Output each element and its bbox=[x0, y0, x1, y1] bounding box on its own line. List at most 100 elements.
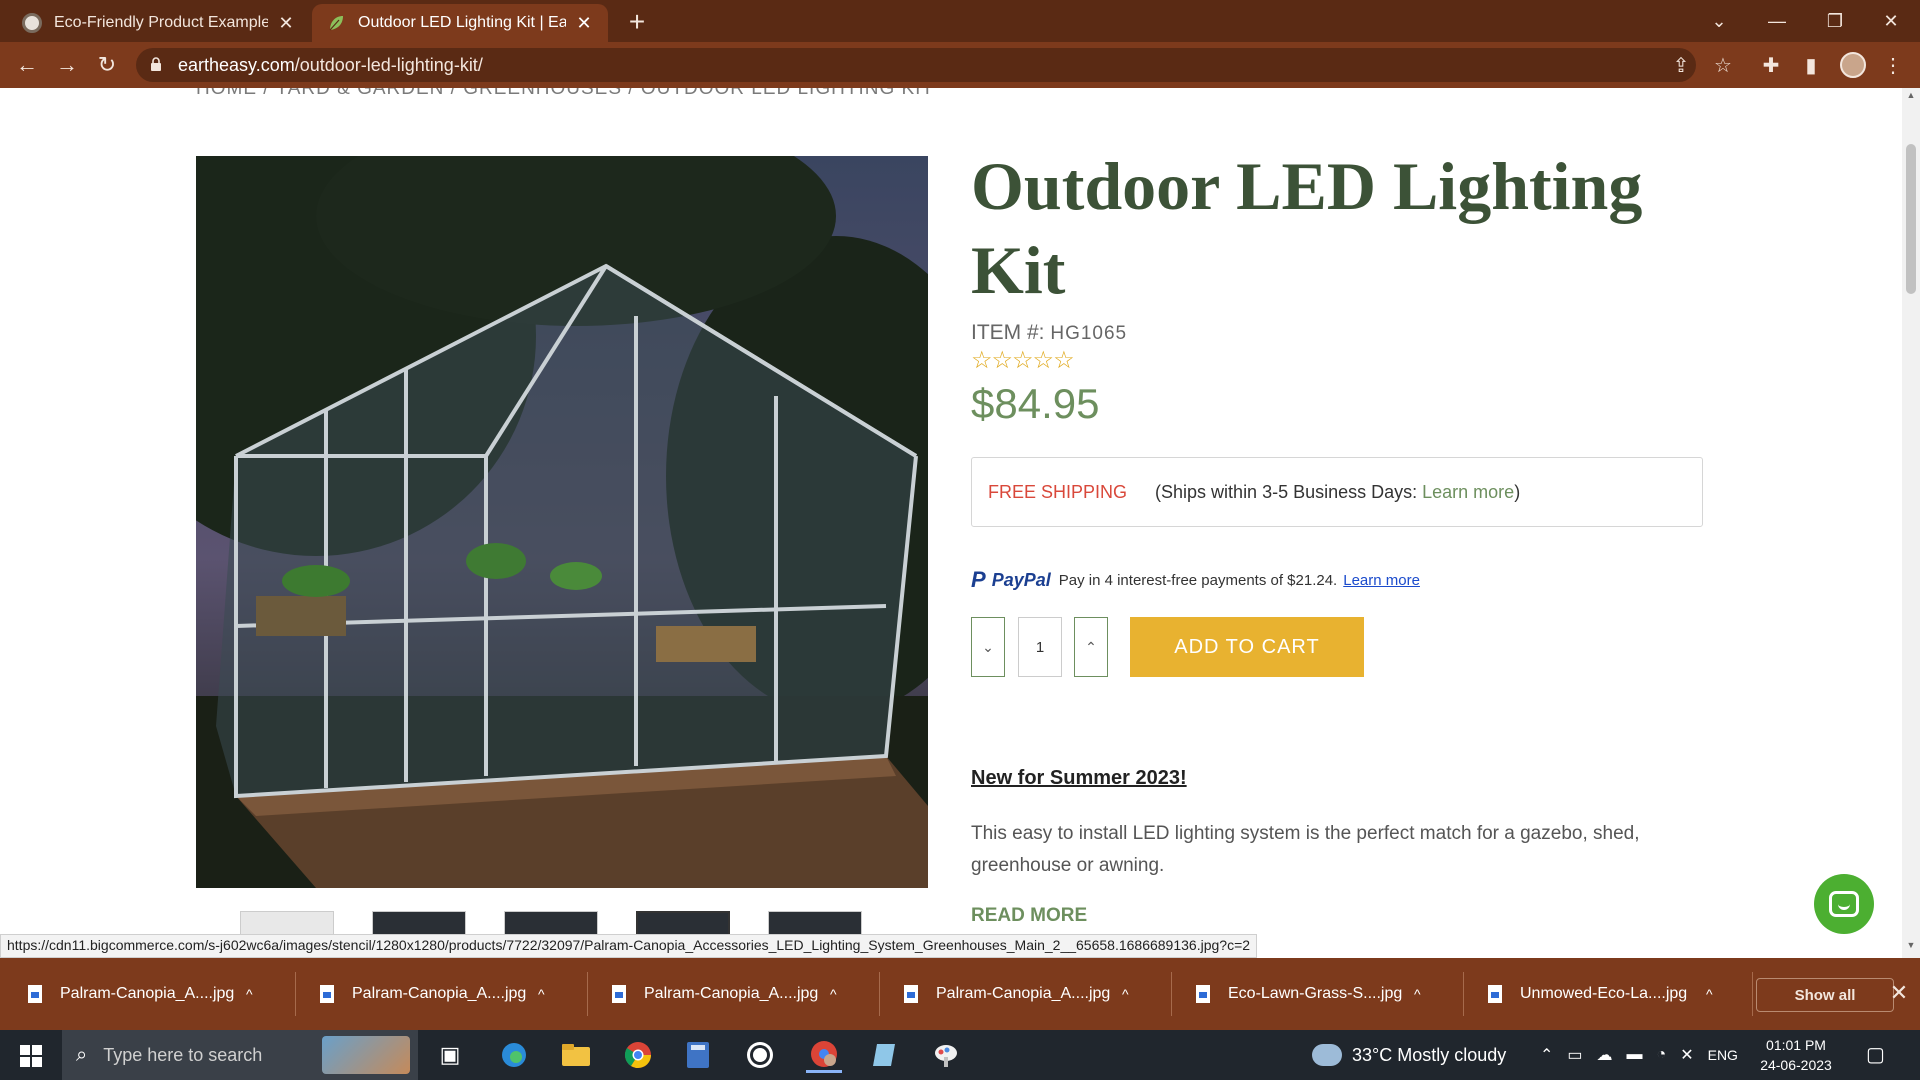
quantity-input[interactable]: 1 bbox=[1018, 617, 1062, 677]
forward-arrow-icon[interactable]: → bbox=[52, 50, 82, 80]
cloudy-weather-icon bbox=[1312, 1044, 1342, 1066]
wifi-icon[interactable]: ◔ bbox=[1657, 1046, 1667, 1064]
speaker-muted-icon[interactable]: ✕ bbox=[1680, 1045, 1693, 1065]
back-arrow-icon[interactable]: ← bbox=[12, 50, 42, 80]
page-scrollbar[interactable]: ▲ ▼ bbox=[1902, 88, 1920, 958]
product-price: $84.95 bbox=[971, 380, 1100, 427]
product-title: Outdoor LED Lighting Kit bbox=[971, 148, 1643, 308]
image-file-icon bbox=[1488, 985, 1502, 1003]
menu-kebab-icon[interactable]: ⋮ bbox=[1880, 52, 1906, 78]
weather-widget[interactable]: 33°C Mostly cloudy bbox=[1312, 1030, 1506, 1080]
profile-avatar[interactable] bbox=[1840, 52, 1866, 78]
paypal-pay-later-banner: P PayPal Pay in 4 interest-free payments … bbox=[971, 567, 1420, 593]
browser-tab-strip: Eco-Friendly Product Examples ✕ Outdoor … bbox=[0, 0, 1920, 42]
url-text: eartheasy.com/outdoor-led-lighting-kit/ bbox=[178, 54, 483, 75]
product-image-greenhouse[interactable] bbox=[196, 156, 928, 888]
product-description: This easy to install LED lighting system… bbox=[971, 823, 1640, 876]
system-tray: ⌃ ▭ ☁ ▬ ◔ ✕ ENG bbox=[1540, 1030, 1738, 1080]
battery-icon[interactable]: ▬ bbox=[1627, 1046, 1643, 1064]
tab-close-icon[interactable]: ✕ bbox=[574, 13, 594, 34]
restore-button[interactable]: ❐ bbox=[1806, 0, 1864, 42]
tab-title: Eco-Friendly Product Examples bbox=[54, 14, 268, 31]
chevron-up-icon[interactable]: ^ bbox=[1122, 986, 1144, 1002]
show-all-downloads-button[interactable]: Show all bbox=[1756, 978, 1894, 1012]
tab-outdoor-led-kit[interactable]: Outdoor LED Lighting Kit | Earthe ✕ bbox=[312, 4, 608, 42]
onedrive-cloud-icon[interactable]: ☁ bbox=[1597, 1045, 1613, 1065]
rating-stars-icon[interactable]: ☆☆☆☆☆ bbox=[971, 346, 1075, 375]
tab-title: Outdoor LED Lighting Kit | Earthe bbox=[358, 14, 566, 31]
shipping-learn-more-link[interactable]: Learn more bbox=[1422, 482, 1514, 502]
file-explorer-icon[interactable] bbox=[558, 1037, 594, 1073]
quantity-increase-button[interactable]: ⌃ bbox=[1074, 617, 1108, 677]
side-panel-icon[interactable]: ▮ bbox=[1798, 52, 1824, 78]
image-file-icon bbox=[320, 985, 334, 1003]
item-number-code: HG1065 bbox=[1050, 323, 1128, 344]
tray-overflow-chevron-icon[interactable]: ⌃ bbox=[1540, 1045, 1553, 1065]
image-file-icon bbox=[28, 985, 42, 1003]
windows-start-icon[interactable] bbox=[20, 1045, 42, 1067]
chat-button[interactable] bbox=[1814, 874, 1874, 934]
tab-search-chevron-icon[interactable]: ⌄ bbox=[1690, 0, 1748, 42]
extensions-puzzle-icon[interactable]: ✚ bbox=[1758, 52, 1784, 78]
image-file-icon bbox=[1196, 985, 1210, 1003]
chrome-profile-icon[interactable] bbox=[806, 1037, 842, 1073]
share-icon[interactable]: ⇪ bbox=[1668, 52, 1694, 78]
whatsapp-icon[interactable] bbox=[742, 1037, 778, 1073]
download-item[interactable]: Palram-Canopia_A....jpg ^ bbox=[584, 958, 874, 1030]
browser-toolbar: ← → ↻ eartheasy.com/outdoor-led-lighting… bbox=[0, 42, 1920, 88]
notes-app-icon[interactable] bbox=[866, 1037, 902, 1073]
language-indicator[interactable]: ENG bbox=[1708, 1047, 1738, 1063]
paypal-learn-more-link[interactable]: Learn more bbox=[1343, 572, 1420, 589]
scrollbar-thumb[interactable] bbox=[1906, 144, 1916, 294]
leaf-favicon-icon bbox=[326, 13, 346, 33]
minimize-button[interactable]: — bbox=[1748, 0, 1806, 42]
notification-center-icon[interactable]: ▢ bbox=[1866, 1042, 1890, 1066]
image-file-icon bbox=[612, 985, 626, 1003]
address-bar[interactable]: eartheasy.com/outdoor-led-lighting-kit/ bbox=[136, 48, 1696, 82]
task-view-icon[interactable]: ▣ bbox=[432, 1037, 468, 1073]
chevron-up-icon[interactable]: ^ bbox=[538, 986, 560, 1002]
scroll-down-arrow-icon[interactable]: ▼ bbox=[1902, 940, 1920, 956]
download-shelf: Palram-Canopia_A....jpg ^ Palram-Canopia… bbox=[0, 958, 1920, 1030]
scroll-up-arrow-icon[interactable]: ▲ bbox=[1902, 90, 1920, 106]
item-number: ITEM #: HG1065 bbox=[971, 321, 1127, 345]
close-download-shelf-icon[interactable]: ✕ bbox=[1884, 980, 1914, 1006]
paypal-installment-text: Pay in 4 interest-free payments of $21.2… bbox=[1058, 571, 1338, 589]
item-number-label: ITEM #: bbox=[971, 321, 1045, 344]
breadcrumb[interactable]: HOME / YARD & GARDEN / GREENHOUSES / OUT… bbox=[196, 88, 934, 100]
image-file-icon bbox=[904, 985, 918, 1003]
read-more-link[interactable]: READ MORE bbox=[971, 905, 1087, 927]
shipping-info-box: FREE SHIPPING (Ships within 3-5 Business… bbox=[971, 457, 1703, 527]
taskbar-clock[interactable]: 01:01 PM 24-06-2023 bbox=[1760, 1035, 1832, 1075]
download-item[interactable]: Palram-Canopia_A....jpg ^ bbox=[0, 958, 290, 1030]
free-shipping-label: FREE SHIPPING bbox=[988, 481, 1128, 502]
tab-close-icon[interactable]: ✕ bbox=[276, 13, 296, 34]
bookmark-star-icon[interactable]: ☆ bbox=[1710, 52, 1736, 78]
paypal-logo: P PayPal bbox=[971, 567, 1051, 592]
reload-icon[interactable]: ↻ bbox=[92, 50, 122, 80]
chat-bubble-icon bbox=[1829, 891, 1859, 917]
close-window-button[interactable]: ✕ bbox=[1862, 0, 1920, 42]
new-tab-button[interactable]: + bbox=[622, 6, 652, 38]
paint-app-icon[interactable] bbox=[928, 1037, 964, 1073]
chevron-up-icon[interactable]: ^ bbox=[1706, 986, 1728, 1002]
add-to-cart-button[interactable]: ADD TO CART bbox=[1130, 617, 1364, 677]
lock-icon bbox=[150, 57, 164, 73]
quantity-decrease-button[interactable]: ⌄ bbox=[971, 617, 1005, 677]
tab-eco-friendly-examples[interactable]: Eco-Friendly Product Examples ✕ bbox=[8, 4, 310, 42]
search-highlight-image bbox=[322, 1036, 410, 1074]
chevron-up-icon[interactable]: ^ bbox=[1414, 986, 1436, 1002]
chevron-up-icon[interactable]: ^ bbox=[830, 986, 852, 1002]
calculator-icon[interactable] bbox=[680, 1037, 716, 1073]
chrome-icon[interactable] bbox=[620, 1037, 656, 1073]
taskbar-search-input[interactable]: ⌕ Type here to search bbox=[62, 1030, 418, 1080]
devices-icon[interactable]: ▭ bbox=[1567, 1045, 1582, 1065]
download-item[interactable]: Eco-Lawn-Grass-S....jpg ^ bbox=[1168, 958, 1458, 1030]
new-for-summer-heading[interactable]: New for Summer 2023! bbox=[971, 767, 1187, 790]
download-item[interactable]: Unmowed-Eco-La....jpg ^ bbox=[1460, 958, 1750, 1030]
edge-browser-icon[interactable] bbox=[496, 1037, 532, 1073]
download-item[interactable]: Palram-Canopia_A....jpg ^ bbox=[876, 958, 1166, 1030]
chevron-up-icon[interactable]: ^ bbox=[246, 986, 268, 1002]
download-item[interactable]: Palram-Canopia_A....jpg ^ bbox=[292, 958, 582, 1030]
windows-taskbar: ⌕ Type here to search ▣ 33°C Mostly clou… bbox=[0, 1030, 1920, 1080]
